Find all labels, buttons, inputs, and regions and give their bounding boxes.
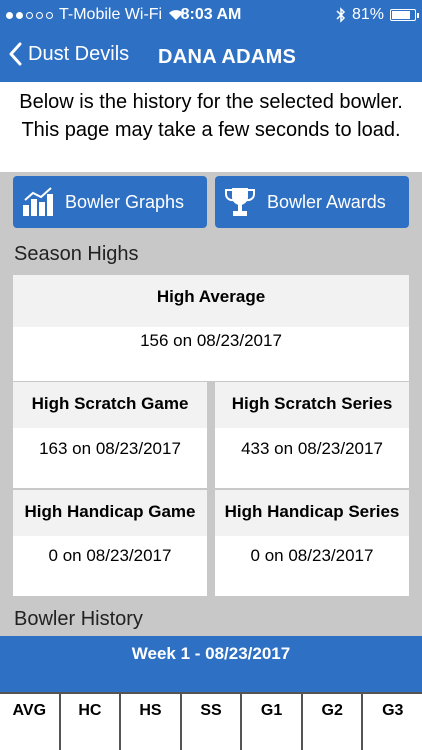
high-handicap-game-card: High Handicap Game 0 on 08/23/2017 bbox=[13, 490, 207, 596]
status-bar: T-Mobile Wi-Fi 8:03 AM 81% bbox=[0, 0, 422, 34]
high-scratch-game-card: High Scratch Game 163 on 08/23/2017 bbox=[13, 382, 207, 488]
back-button[interactable]: Dust Devils bbox=[8, 42, 129, 66]
high-handicap-series-value: 0 on 08/23/2017 bbox=[250, 546, 374, 565]
page-title: DANA ADAMS bbox=[158, 46, 297, 68]
back-label: Dust Devils bbox=[28, 42, 130, 65]
high-average-value: 156 on 08/23/2017 bbox=[140, 331, 282, 350]
high-scratch-series-value: 433 on 08/23/2017 bbox=[241, 439, 383, 458]
column-header: HC bbox=[61, 694, 122, 750]
high-handicap-series-label: High Handicap Series bbox=[215, 490, 409, 536]
bowler-awards-button[interactable]: Bowler Awards bbox=[215, 176, 409, 228]
intro-text: Below is the history for the selected bo… bbox=[0, 82, 422, 172]
high-handicap-game-value: 0 on 08/23/2017 bbox=[48, 546, 172, 565]
column-header: G2 bbox=[303, 694, 364, 750]
high-average-label: High Average bbox=[13, 275, 409, 327]
column-header: G3 bbox=[382, 702, 404, 719]
column-header: G1 bbox=[242, 694, 303, 750]
column-header: SS bbox=[182, 694, 243, 750]
bluetooth-icon bbox=[336, 7, 346, 23]
column-header: HS bbox=[121, 694, 182, 750]
history-table-header: AVG HC HS SS G1 G2 G3 bbox=[0, 692, 422, 750]
week-header: Week 1 - 08/23/2017 bbox=[0, 636, 422, 692]
high-scratch-game-value: 163 on 08/23/2017 bbox=[39, 439, 181, 458]
nav-bar: Dust Devils DANA ADAMS bbox=[0, 34, 422, 82]
battery-percent: 81% bbox=[351, 6, 384, 23]
bowler-graphs-button[interactable]: Bowler Graphs bbox=[13, 176, 207, 228]
battery-fill bbox=[392, 11, 410, 19]
chevron-left-icon bbox=[9, 42, 22, 66]
bowler-awards-label: Bowler Awards bbox=[267, 191, 386, 212]
column-header: AVG bbox=[0, 694, 61, 750]
high-scratch-game-label: High Scratch Game bbox=[13, 382, 207, 428]
battery-icon bbox=[390, 9, 419, 21]
high-scratch-series-card: High Scratch Series 433 on 08/23/2017 bbox=[215, 382, 409, 488]
high-scratch-series-label: High Scratch Series bbox=[215, 382, 409, 428]
bowler-history-title: Bowler History bbox=[14, 608, 143, 630]
high-handicap-game-label: High Handicap Game bbox=[13, 490, 207, 536]
season-highs-title: Season Highs bbox=[14, 243, 139, 265]
status-right: 81% bbox=[336, 6, 419, 24]
bar-chart-icon bbox=[23, 187, 53, 216]
high-handicap-series-card: High Handicap Series 0 on 08/23/2017 bbox=[215, 490, 409, 596]
bowler-graphs-label: Bowler Graphs bbox=[65, 191, 185, 212]
trophy-icon bbox=[224, 188, 256, 216]
high-average-card: High Average 156 on 08/23/2017 bbox=[13, 275, 409, 381]
